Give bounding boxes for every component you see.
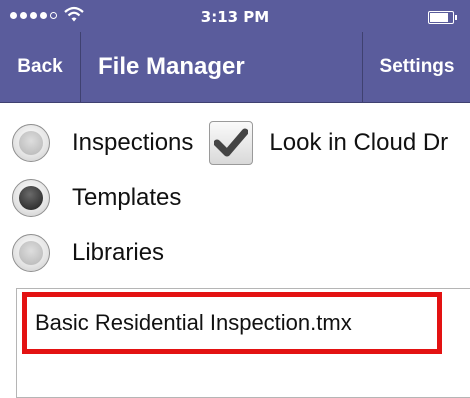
status-time: 3:13 PM (200, 8, 270, 26)
file-item-basic-residential[interactable]: Basic Residential Inspection.tmx (22, 292, 442, 354)
option-row-inspections: Inspections Look in Cloud Dr (12, 121, 449, 165)
page-title: File Manager (98, 53, 245, 80)
templates-radio[interactable] (12, 179, 50, 217)
settings-button[interactable]: Settings (362, 32, 470, 102)
checkmark-icon (214, 128, 249, 157)
back-button[interactable]: Back (0, 32, 81, 102)
battery-icon (428, 11, 457, 24)
inspections-label: Inspections (72, 129, 194, 156)
cloud-label: Look in Cloud Dr (269, 129, 449, 156)
templates-label: Templates (72, 184, 182, 211)
option-row-templates: Templates (12, 178, 181, 218)
navigation-bar: Back File Manager Settings (0, 32, 470, 103)
libraries-radio[interactable] (12, 234, 50, 272)
libraries-label: Libraries (72, 239, 165, 266)
inspections-radio[interactable] (12, 124, 50, 162)
cloud-checkbox[interactable] (209, 121, 254, 165)
option-row-libraries: Libraries (12, 233, 164, 273)
status-bar: 3:13 PM (0, 0, 470, 32)
